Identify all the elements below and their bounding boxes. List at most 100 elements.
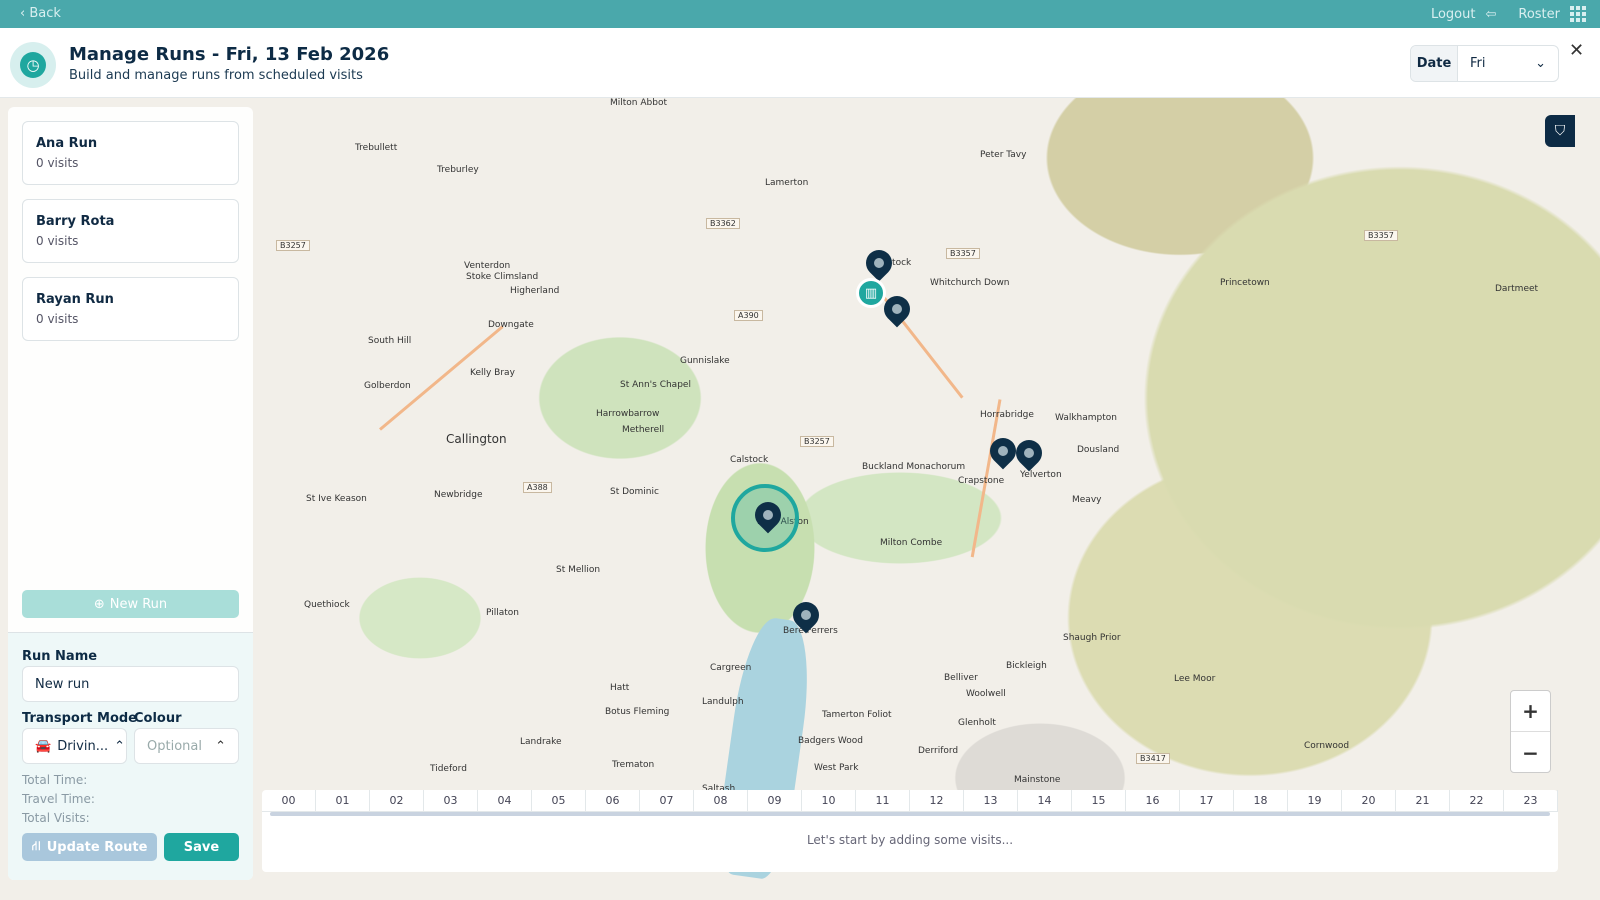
map-place-label: Peter Tavy <box>980 150 1027 160</box>
transport-mode-label: Transport Mode <box>22 711 137 726</box>
map-place-label: St Ive Keason <box>306 494 367 504</box>
zoom-out-button[interactable]: − <box>1511 732 1550 773</box>
transport-mode-select[interactable]: 🚘 Drivin... ⌃ <box>22 728 127 764</box>
back-link[interactable]: ‹ Back <box>20 6 61 21</box>
map-place-label: Buckland Monachorum <box>862 462 966 472</box>
map-place-label: Calstock <box>730 455 769 465</box>
map-place-label: Newbridge <box>434 490 483 500</box>
map-place-label: St Dominic <box>610 487 659 497</box>
map-place-label: Belliver <box>944 673 978 683</box>
map-pin-icon[interactable] <box>860 244 898 282</box>
update-route-label: Update Route <box>46 839 148 855</box>
road-number-label: B3257 <box>800 436 834 447</box>
timeline-hour: 03 <box>424 790 478 811</box>
map-place-label: Landrake <box>520 737 562 747</box>
logout-link[interactable]: Logout <box>1431 7 1476 22</box>
map-place-label: St Mellion <box>556 565 601 575</box>
timeline-hour: 16 <box>1126 790 1180 811</box>
run-card[interactable]: Ana Run 0 visits <box>22 121 239 185</box>
timeline-hour: 23 <box>1504 790 1558 811</box>
timeline-empty-message: Let's start by adding some visits... <box>806 833 1014 847</box>
map-place-label: West Park <box>814 763 859 773</box>
timeline-hour: 11 <box>856 790 910 811</box>
run-name-input[interactable]: New run <box>22 666 239 702</box>
clock-icon: ◷ <box>10 42 56 88</box>
logout-icon[interactable]: ⇦ <box>1485 7 1496 22</box>
route-icon: ⛙ <box>31 838 41 854</box>
map-place-label: St Ann's Chapel <box>620 380 691 390</box>
run-form: Run Name New run Transport Mode Colour 🚘… <box>8 632 253 880</box>
map-place-label: Bickleigh <box>1006 661 1047 671</box>
close-icon[interactable]: ✕ <box>1569 40 1584 61</box>
map-place-label: Treburley <box>437 165 479 175</box>
map-place-label: Horrabridge <box>980 410 1034 420</box>
map-place-label: Walkhampton <box>1055 413 1117 423</box>
map-place-label: Cargreen <box>710 663 752 673</box>
update-route-button[interactable]: ⛙ Update Route <box>22 833 157 861</box>
map-place-label: Venterdon <box>464 261 511 271</box>
timeline-hour: 20 <box>1342 790 1396 811</box>
new-run-button[interactable]: ⊕ New Run <box>22 590 239 618</box>
map-place-label: Harrowbarrow <box>596 409 660 419</box>
office-building-icon[interactable]: ▥ <box>856 278 886 308</box>
map-place-label: Trematon <box>612 760 655 770</box>
date-select[interactable]: Date Fri ⌄ <box>1410 45 1559 82</box>
map-place-label: Whitchurch Down <box>930 278 1010 288</box>
transport-mode-value: Drivin... <box>57 738 109 754</box>
map-place-label: Mainstone <box>1014 775 1061 785</box>
map-place-label: Badgers Wood <box>798 736 863 746</box>
map-place-label: Kelly Bray <box>470 368 515 378</box>
zoom-in-button[interactable]: + <box>1511 691 1550 732</box>
timeline-hour: 18 <box>1234 790 1288 811</box>
chevron-up-icon: ⌃ <box>114 738 126 754</box>
timeline-hour: 07 <box>640 790 694 811</box>
timeline-hour: 22 <box>1450 790 1504 811</box>
map-place-label: Stoke Climsland <box>466 272 539 282</box>
runs-panel: Ana Run 0 visits Barry Rota 0 visits Rayan… <box>8 107 253 880</box>
map-place-label: Shaugh Prior <box>1063 633 1121 643</box>
map-place-label: Dousland <box>1077 445 1120 455</box>
run-card[interactable]: Rayan Run 0 visits <box>22 277 239 341</box>
timeline-hours: 00 01 02 03 04 05 06 07 08 09 10 11 12 13 14 15 16 17 18 19… <box>262 790 1558 812</box>
timeline-hour: 02 <box>370 790 424 811</box>
map-place-label: Pillaton <box>486 608 519 618</box>
run-name: Ana Run <box>36 136 98 151</box>
run-name: Barry Rota <box>36 214 115 229</box>
chevron-down-icon: ⌄ <box>1535 56 1546 71</box>
map-place-label: Woolwell <box>966 689 1006 699</box>
total-visits: Total Visits: <box>22 811 90 825</box>
timeline-hour: 01 <box>316 790 370 811</box>
run-visits: 0 visits <box>36 312 79 326</box>
map-pin-icon[interactable] <box>1010 434 1048 472</box>
map-place-label: Lee Moor <box>1174 674 1216 684</box>
timeline-hour: 19 <box>1288 790 1342 811</box>
map-place-label: Crapstone <box>958 476 1005 486</box>
timeline-hour: 08 <box>694 790 748 811</box>
roster-link[interactable]: Roster <box>1518 7 1560 22</box>
map-place-label: Cornwood <box>1304 741 1350 751</box>
timeline-hour: 04 <box>478 790 532 811</box>
timeline-hour: 21 <box>1396 790 1450 811</box>
map-place-label: Dartmeet <box>1495 284 1539 294</box>
apps-grid-icon[interactable] <box>1570 6 1586 22</box>
run-name: Rayan Run <box>36 292 114 307</box>
map-place-label: Landulph <box>702 697 744 707</box>
colour-select[interactable]: Optional ⌃ <box>134 728 239 764</box>
timeline-hour: 10 <box>802 790 856 811</box>
map-place-label: Milton Combe <box>880 538 943 548</box>
total-time: Total Time: <box>22 773 88 787</box>
filter-icon[interactable]: ⛉ <box>1545 115 1575 147</box>
road-number-label: B3362 <box>706 218 740 229</box>
timeline-hour: 14 <box>1018 790 1072 811</box>
map-place-label: Meavy <box>1072 495 1102 505</box>
map-place-label: Gunnislake <box>680 356 730 366</box>
run-card[interactable]: Barry Rota 0 visits <box>22 199 239 263</box>
map-place-label: South Hill <box>368 336 412 346</box>
save-button[interactable]: Save <box>164 833 239 861</box>
map-place-label: Quethiock <box>304 600 350 610</box>
colour-label: Colour <box>134 711 182 726</box>
timeline-scrollbar[interactable] <box>270 812 1550 816</box>
car-icon: 🚘 <box>35 738 52 754</box>
top-bar: ‹ Back Logout ⇦ Roster <box>0 0 1600 28</box>
map-place-label: Lamerton <box>765 178 809 188</box>
